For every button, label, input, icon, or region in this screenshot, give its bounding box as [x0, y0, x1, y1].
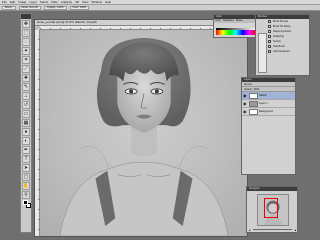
menu-layer[interactable]: Layer: [29, 0, 37, 4]
gradient-tool-icon[interactable]: ▦: [22, 119, 30, 127]
brush-option-label: Texture: [273, 39, 281, 43]
checkbox-icon: [268, 35, 271, 38]
lasso-tool-icon[interactable]: ◌: [22, 38, 30, 46]
color-panel: Color Color Swatches Styles: [213, 14, 257, 38]
move-tool-icon[interactable]: ✥: [22, 20, 30, 28]
brush-option-label: Brush Presets: [273, 19, 289, 23]
crop-tool-icon[interactable]: ⌗: [22, 56, 30, 64]
document-window: Hotel_portrait.psd @ 33.3% (Sketch, Gray…: [34, 19, 248, 237]
checkbox-icon: [268, 25, 271, 28]
color-spectrum-bar[interactable]: [216, 30, 256, 35]
navigator-view-box[interactable]: [264, 198, 278, 218]
menu-help[interactable]: Help: [105, 0, 111, 4]
brush-option-label: Scattering: [273, 34, 284, 38]
eyedropper-tool-icon[interactable]: ⟋: [22, 65, 30, 73]
flow-field[interactable]: Flow: 100%: [69, 5, 90, 10]
visibility-eye-icon[interactable]: ◉: [243, 101, 248, 106]
tab-swatches[interactable]: Swatches: [223, 19, 234, 23]
portrait-sketch: [59, 37, 229, 236]
brush-option-label: Dual Brush: [273, 44, 285, 48]
checkbox-icon: [268, 20, 271, 23]
type-tool-icon[interactable]: T: [22, 155, 30, 163]
brush-picker[interactable]: Brush:: [2, 5, 16, 10]
layer-thumbnail: [249, 92, 258, 99]
drawing-canvas[interactable]: [40, 30, 247, 236]
zoom-track[interactable]: [252, 229, 293, 230]
menu-view[interactable]: View: [82, 0, 88, 4]
checkbox-icon: [268, 45, 271, 48]
layer-row-background[interactable]: ◉ Background: [242, 108, 295, 116]
layers-panel: Layers Normal Opacity: 100% ◉ Sketch ◉ L…: [241, 77, 296, 175]
color-panel-tabs: Color Swatches Styles: [214, 19, 256, 23]
opacity-field[interactable]: Opacity: 100%: [43, 5, 67, 10]
zoom-out-icon[interactable]: ▴: [249, 228, 251, 232]
zoom-in-icon[interactable]: ▲: [294, 228, 297, 232]
menu-file[interactable]: File: [2, 0, 7, 4]
brush-option-label: Shape Dynamics: [273, 29, 292, 33]
menu-select[interactable]: Select: [40, 0, 48, 4]
brush-option-label: Color Dynamics: [273, 49, 290, 53]
layer-thumbnail: [249, 100, 258, 107]
layer-row-layer-1[interactable]: ◉ Layer 1: [242, 100, 295, 108]
menu-filter[interactable]: Filter: [51, 0, 58, 4]
navigator-zoom-slider[interactable]: ▴ ▲: [249, 228, 297, 232]
layer-name: Layer 1: [259, 102, 268, 105]
menu-image[interactable]: Image: [18, 0, 26, 4]
healing-tool-icon[interactable]: ✚: [22, 74, 30, 82]
navigator-panel-header[interactable]: Navigator: [247, 187, 297, 191]
checkbox-icon: [268, 30, 271, 33]
visibility-eye-icon[interactable]: ◉: [243, 109, 248, 114]
tab-styles[interactable]: Styles: [236, 19, 243, 23]
brush-tool-icon[interactable]: ✎: [22, 83, 30, 91]
brush-stroke-preview: [258, 33, 267, 73]
brush-option-label: Brush Tip Shape: [273, 24, 291, 28]
path-select-tool-icon[interactable]: ➤: [22, 164, 30, 172]
blur-tool-icon[interactable]: ●: [22, 128, 30, 136]
menu-3d[interactable]: 3D: [75, 0, 79, 4]
shape-tool-icon[interactable]: ▢: [22, 173, 30, 181]
layer-name: Background: [259, 110, 273, 113]
checkbox-icon: [268, 50, 271, 53]
magic-wand-tool-icon[interactable]: ✦: [22, 47, 30, 55]
eraser-tool-icon[interactable]: ▭: [22, 110, 30, 118]
stamp-tool-icon[interactable]: ⊥: [22, 92, 30, 100]
checkbox-icon: [268, 40, 271, 43]
menu-analysis[interactable]: Analysis: [61, 0, 72, 4]
zoom-tool-icon[interactable]: ⚲: [22, 191, 30, 199]
layer-row-sketch[interactable]: ◉ Sketch: [242, 92, 295, 100]
visibility-eye-icon[interactable]: ◉: [243, 93, 248, 98]
toolbox-header[interactable]: [21, 14, 31, 19]
dodge-tool-icon[interactable]: ◐: [22, 137, 30, 145]
menu-edit[interactable]: Edit: [10, 0, 15, 4]
pen-tool-icon[interactable]: ✒: [22, 146, 30, 154]
foreground-color-swatch[interactable]: [23, 200, 28, 205]
tab-color[interactable]: Color: [215, 19, 221, 23]
brushes-panel: Brushes Brush Presets Brush Tip Shape Sh…: [255, 14, 310, 76]
layer-name: Sketch: [259, 94, 267, 97]
blend-mode-select[interactable]: Mode: Normal: [18, 5, 41, 10]
menu-window[interactable]: Window: [91, 0, 102, 4]
history-brush-icon[interactable]: ↺: [22, 101, 30, 109]
options-bar: Brush: Mode: Normal Opacity: 100% Flow: …: [0, 5, 320, 11]
navigator-panel: Navigator ▴ ▲: [246, 186, 298, 233]
layer-thumbnail: [249, 108, 258, 115]
marquee-tool-icon[interactable]: ⬚: [22, 29, 30, 37]
toolbox: ✥ ⬚ ◌ ✦ ⌗ ⟋ ✚ ✎ ⊥ ↺ ▭ ▦ ● ◐ ✒ T ➤ ▢ ✋ ⚲: [20, 13, 32, 233]
hand-tool-icon[interactable]: ✋: [22, 182, 30, 190]
